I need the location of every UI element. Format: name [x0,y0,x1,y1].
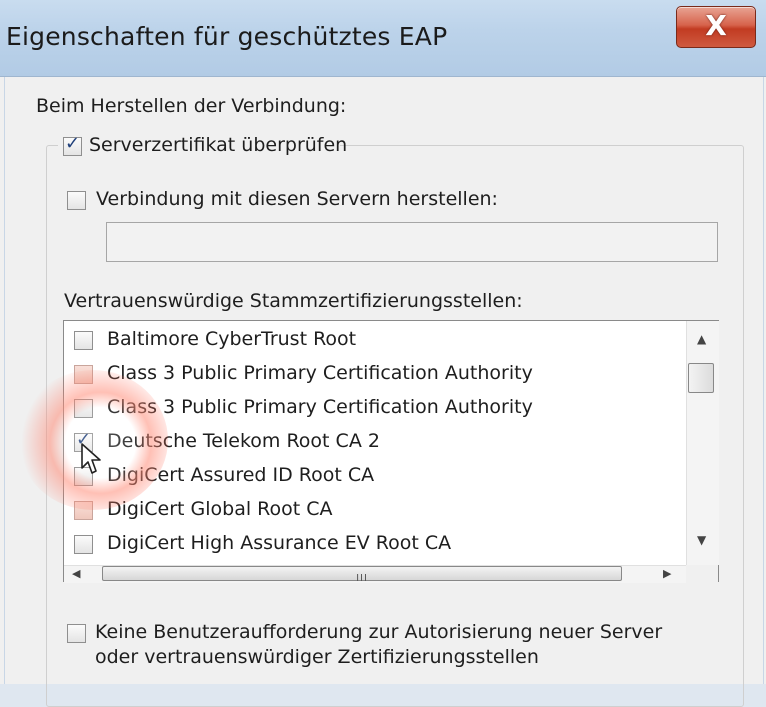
scroll-corner [686,565,718,582]
list-item[interactable]: Class 3 Public Primary Certification Aut… [70,359,670,393]
verify-cert-checkbox[interactable] [63,133,82,156]
close-button[interactable]: X [676,6,756,48]
horizontal-scroll-thumb[interactable]: III [102,566,622,584]
trusted-roots-list[interactable]: Baltimore CyberTrust Root Class 3 Public… [63,320,719,582]
list-item-label: DigiCert Assured ID Root CA [107,464,375,486]
list-item[interactable]: DigiCert High Assurance EV Root CA [70,529,670,563]
title-bar: Eigenschaften für geschütztes EAP X [0,0,766,77]
list-item-checkbox[interactable] [74,399,93,418]
list-item-label: Deutsche Telekom Root CA 2 [107,430,380,452]
list-item-label: DigiCert High Assurance EV Root CA [107,532,452,554]
grip-icon: III [356,573,368,584]
no-prompt-checkbox[interactable] [67,624,86,643]
connect-servers-label: Verbindung mit diesen Servern herstellen… [96,188,498,210]
list-item[interactable]: DigiCert Assured ID Root CA [70,461,670,495]
list-item[interactable]: Class 3 Public Primary Certification Aut… [70,393,670,427]
list-item-label: Baltimore CyberTrust Root [107,328,357,350]
list-item[interactable]: DigiCert Global Root CA [70,495,670,529]
verify-cert-label: Serverzertifikat überprüfen [89,134,348,156]
scroll-down-arrow-icon[interactable]: ▼ [697,533,706,547]
scroll-left-arrow-icon[interactable]: ◀ [72,567,80,580]
list-item-checkbox[interactable] [74,535,93,554]
list-item-checkbox[interactable] [74,331,93,350]
no-prompt-label-line1: Keine Benutzeraufforderung zur Autorisie… [95,621,663,643]
trusted-roots-label: Vertrauenswürdige Stammzertifizierungsst… [64,290,523,312]
connect-servers-checkbox[interactable] [67,191,86,210]
list-item-label: DigiCert Global Root CA [107,498,333,520]
window-title: Eigenschaften für geschütztes EAP [6,22,448,51]
list-item[interactable]: Deutsche Telekom Root CA 2 [70,427,670,461]
mouse-cursor-icon [80,442,102,476]
list-item-label: Class 3 Public Primary Certification Aut… [107,362,533,384]
vertical-scroll-thumb[interactable] [688,363,714,393]
no-prompt-label-line2: oder vertrauenswürdiger Zertifizierungss… [95,646,539,668]
list-item-checkbox[interactable] [74,501,93,520]
close-icon: X [705,9,727,42]
scroll-up-arrow-icon[interactable]: ▲ [697,332,706,346]
server-names-input[interactable] [106,222,718,262]
scroll-right-arrow-icon[interactable]: ▶ [663,567,671,580]
list-item[interactable]: Baltimore CyberTrust Root [70,325,670,359]
list-item-checkbox[interactable] [74,365,93,384]
list-item-label: Class 3 Public Primary Certification Aut… [107,396,533,418]
vertical-scrollbar[interactable] [686,321,719,565]
section-label: Beim Herstellen der Verbindung: [36,95,347,117]
